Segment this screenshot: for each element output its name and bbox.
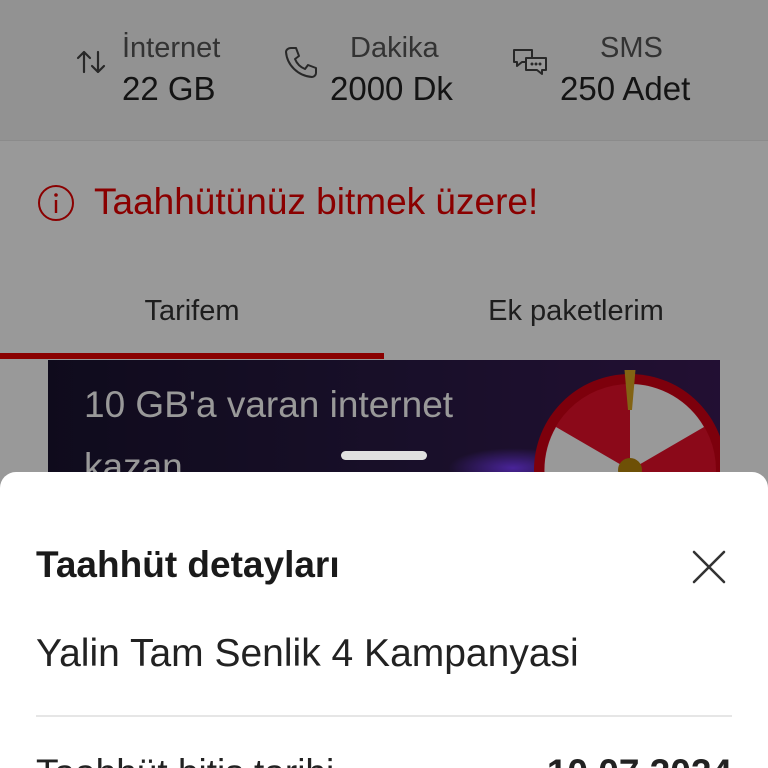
sheet-title: Taahhüt detayları [36,544,340,585]
sheet-divider [36,715,732,717]
screen: İnternet 22 GB Dakika 2000 Dk SMS 250 Ad… [0,0,768,768]
campaign-name: Yalin Tam Senlik 4 Kampanyasi [36,632,579,675]
commitment-end-date-label: Taahhüt bitiş tarihi [36,752,334,768]
commitment-end-date-value: 10.07.2024 [547,752,732,768]
sheet-drag-handle[interactable] [341,451,427,460]
close-icon[interactable] [684,542,734,592]
commitment-details-sheet: Taahhüt detayları Yalin Tam Senlik 4 Kam… [0,472,768,768]
